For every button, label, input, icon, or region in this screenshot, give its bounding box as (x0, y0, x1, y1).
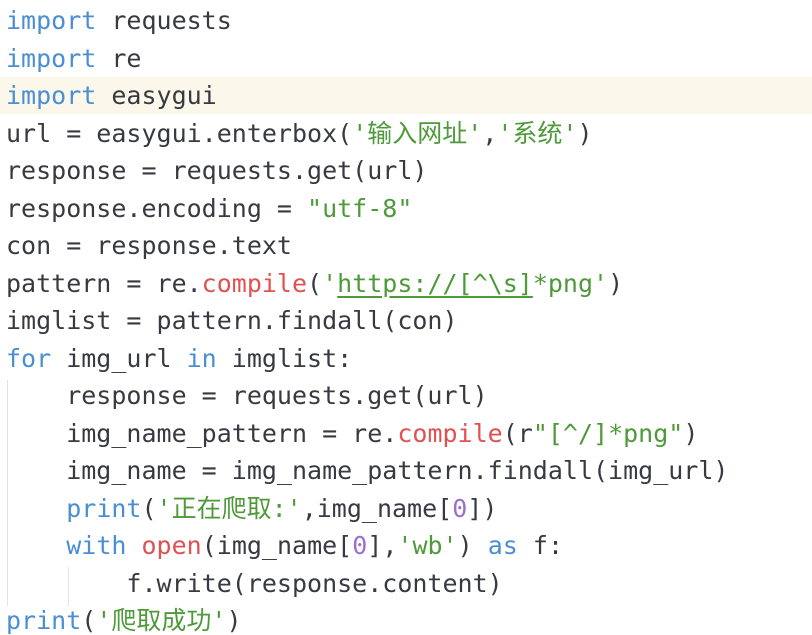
code-token: response.encoding = (6, 193, 308, 223)
code-token: with (66, 531, 127, 560)
code-token: ) (608, 268, 624, 298)
code-token: print (66, 493, 142, 523)
code-line[interactable]: for img_url in imglist: (0, 340, 812, 377)
code-token: import (6, 81, 97, 110)
code-token: ) (577, 118, 593, 148)
code-token: ( (141, 493, 157, 523)
code-token: con = response.text (6, 231, 292, 260)
code-token: ]) (467, 493, 498, 523)
code-token: as (487, 531, 518, 560)
code-line[interactable]: response = requests.get(url) (0, 377, 812, 414)
code-token: ( (307, 268, 323, 298)
code-line[interactable]: imglist = pattern.findall(con) (0, 302, 812, 339)
code-token: pattern = re. (6, 268, 202, 298)
code-token: ' (322, 268, 338, 298)
code-token: ) (457, 531, 488, 560)
code-token: f.write(response.content) (6, 568, 503, 598)
code-token: "utf-8" (307, 193, 413, 223)
code-token: ) (683, 418, 699, 448)
code-token: 0 (452, 493, 468, 523)
code-token: ) (226, 606, 242, 635)
code-token: url = easygui.enterbox( (6, 118, 353, 148)
code-token: *png' (532, 268, 609, 298)
code-token: '爬取成功' (96, 606, 227, 635)
code-token: img_url (51, 343, 187, 373)
code-token: re (96, 43, 142, 73)
code-token: '正在爬取:' (156, 493, 302, 523)
code-token: , (482, 118, 498, 148)
code-line[interactable]: print('正在爬取:',img_name[0]) (0, 490, 812, 527)
code-line[interactable]: f.write(response.content) (0, 565, 812, 602)
code-token: imglist: (216, 343, 353, 373)
code-line[interactable]: import requests (0, 2, 812, 39)
code-token: f: (517, 531, 563, 560)
code-token: for (6, 343, 52, 373)
code-token: easygui (96, 81, 217, 110)
code-token: "[^/]*png" (532, 418, 684, 448)
code-token: 0 (352, 531, 368, 560)
code-token: https://[^\s] (337, 268, 533, 298)
code-token: 'wb' (397, 531, 458, 560)
code-token: compile (201, 268, 308, 298)
code-line[interactable]: import easygui (0, 77, 812, 114)
code-token: compile (397, 418, 503, 448)
code-line[interactable]: response.encoding = "utf-8" (0, 190, 812, 227)
code-line[interactable]: print('爬取成功') (0, 602, 812, 635)
code-token: '系统' (497, 118, 578, 148)
code-editor[interactable]: import requests import re import easygui ur… (0, 0, 812, 635)
code-token: response = requests.get(url) (6, 381, 488, 410)
code-line[interactable]: img_name_pattern = re.compile(r"[^/]*png… (0, 415, 812, 452)
code-token: '输入网址' (352, 118, 483, 148)
code-token: ( (81, 606, 97, 635)
code-token: in (186, 343, 217, 373)
code-line[interactable]: pattern = re.compile('https://[^\s]*png'… (0, 265, 812, 302)
code-token: img_name = img_name_pattern.findall(img_… (6, 456, 729, 485)
code-token: ,img_name[ (301, 493, 453, 523)
code-token: import (6, 43, 97, 73)
code-line[interactable]: with open(img_name[0],'wb') as f: (0, 527, 812, 564)
code-token: open (141, 531, 202, 560)
code-token: (r (502, 418, 533, 448)
code-line[interactable]: img_name = img_name_pattern.findall(img_… (0, 452, 812, 489)
code-line[interactable]: import re (0, 40, 812, 77)
code-line[interactable]: url = easygui.enterbox('输入网址','系统') (0, 115, 812, 152)
code-token: imglist = pattern.findall(con) (6, 306, 458, 335)
code-token: import (6, 6, 97, 35)
code-token: img_name_pattern = re. (6, 418, 398, 448)
code-line[interactable]: response = requests.get(url) (0, 152, 812, 189)
code-token: print (6, 606, 82, 635)
code-token: response = requests.get(url) (6, 156, 428, 185)
code-line[interactable]: con = response.text (0, 227, 812, 264)
code-token: (img_name[ (201, 531, 353, 560)
code-token: requests (96, 6, 232, 35)
code-token: ], (367, 531, 398, 560)
